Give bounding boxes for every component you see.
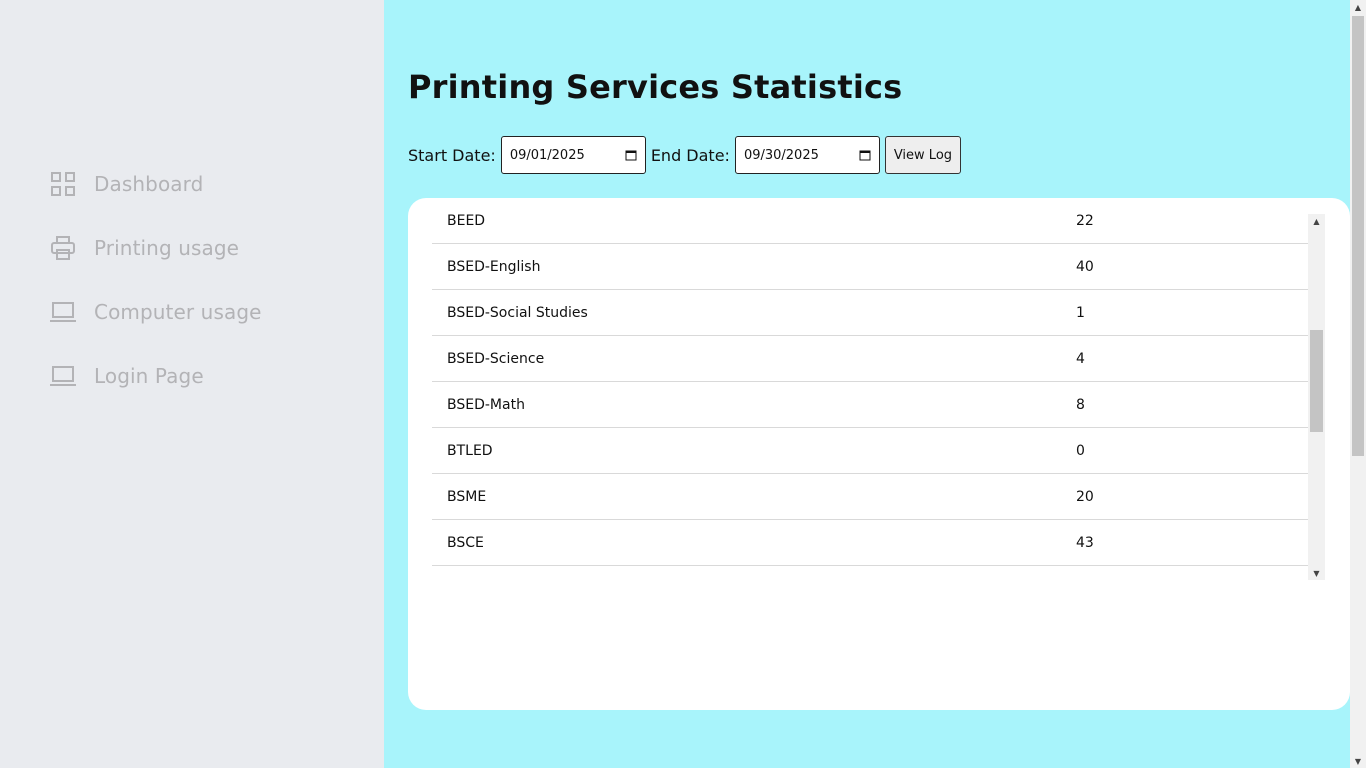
sidebar-item-login-page[interactable]: Login Page [50,360,204,392]
program-cell: BSED-Science [447,350,545,367]
table-row: BEED 22 [432,214,1308,244]
laptop-icon [50,299,76,325]
sidebar-item-printing-usage[interactable]: Printing usage [50,232,239,264]
program-cell: BSED-English [447,258,541,275]
scroll-down-arrow-icon[interactable]: ▼ [1350,754,1366,768]
sidebar-item-label: Computer usage [94,300,262,324]
scroll-up-arrow-icon[interactable]: ▲ [1350,0,1366,14]
printer-icon [50,235,76,261]
laptop-icon [50,363,76,389]
count-cell: 8 [1076,396,1085,413]
sidebar-item-computer-usage[interactable]: Computer usage [50,296,262,328]
count-cell: 4 [1076,350,1085,367]
page-title: Printing Services Statistics [408,68,903,106]
sidebar-item-label: Dashboard [94,172,204,196]
table-row: BSED-Social Studies 1 [432,290,1308,336]
table-row: BSCE 43 [432,520,1308,566]
table-row: BSED-English 40 [432,244,1308,290]
view-log-button[interactable]: View Log [884,136,961,174]
count-cell: 1 [1076,304,1085,321]
statistics-table[interactable]: BEED 22 BSED-English 40 BSED-Social Stud… [432,214,1325,580]
page-scrollbar-thumb[interactable] [1352,16,1364,456]
program-cell: BSCE [447,534,484,551]
count-cell: 0 [1076,442,1085,459]
table-row: BTLED 0 [432,428,1308,474]
end-date-value: 09/30/2025 [743,147,819,163]
scroll-down-arrow-icon[interactable]: ▼ [1308,566,1325,580]
program-cell: BSME [447,488,487,505]
main-content: Printing Services Statistics Start Date:… [384,0,1350,768]
sidebar-item-dashboard[interactable]: Dashboard [50,168,203,200]
table-row: BSME 20 [432,474,1308,520]
program-cell: BEED [447,214,486,229]
scroll-up-arrow-icon[interactable]: ▲ [1308,214,1325,228]
end-date-input[interactable]: 09/30/2025 [734,136,880,174]
sidebar-item-label: Printing usage [94,236,240,260]
table-scrollbar[interactable]: ▲ ▼ [1308,214,1325,580]
date-filter-bar: Start Date: 09/01/2025 End Date: 09/30/2… [408,136,961,174]
program-cell: BSED-Social Studies [447,304,588,321]
sidebar: Dashboard Printing usage Computer usage … [0,0,384,768]
calendar-icon[interactable] [859,149,871,161]
table-row: BSED-Math 8 [432,382,1308,428]
start-date-input[interactable]: 09/01/2025 [500,136,646,174]
start-date-value: 09/01/2025 [509,147,585,163]
count-cell: 40 [1076,258,1094,275]
program-cell: BTLED [447,442,493,459]
calendar-icon[interactable] [625,149,637,161]
grid-icon [50,171,76,197]
page-scrollbar[interactable]: ▲ ▼ [1350,0,1366,768]
end-date-label: End Date: [650,145,730,165]
count-cell: 22 [1076,214,1094,229]
table-row: BSED-Science 4 [432,336,1308,382]
program-cell: BSED-Math [447,396,525,413]
start-date-label: Start Date: [408,145,496,165]
statistics-card: BEED 22 BSED-English 40 BSED-Social Stud… [408,198,1350,710]
table-scrollbar-thumb[interactable] [1310,330,1323,432]
count-cell: 20 [1076,488,1094,505]
count-cell: 43 [1076,534,1094,551]
sidebar-item-label: Login Page [94,364,204,388]
